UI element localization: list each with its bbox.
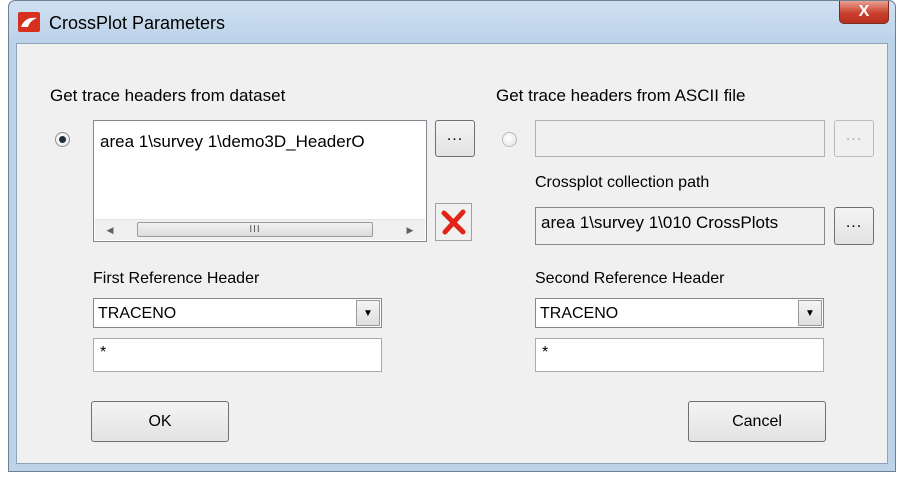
close-button[interactable]: X	[839, 1, 889, 24]
dataset-browse-button[interactable]: ...	[435, 120, 475, 157]
delete-button[interactable]	[435, 203, 472, 241]
ok-button[interactable]: OK	[91, 401, 229, 442]
scroll-grip: III	[249, 224, 261, 235]
second-ref-filter-value: *	[542, 344, 549, 361]
delete-x-icon	[441, 209, 465, 235]
list-item[interactable]: area 1\survey 1\demo3D_HeaderO	[100, 132, 365, 152]
collection-path-value: area 1\survey 1\010 CrossPlots	[541, 213, 779, 232]
chevron-down-icon[interactable]: ▼	[356, 300, 380, 326]
second-ref-header-value: TRACENO	[540, 305, 619, 322]
first-ref-header-label: First Reference Header	[93, 270, 260, 287]
window-title: CrossPlot Parameters	[49, 13, 226, 33]
dataset-section-label: Get trace headers from dataset	[50, 86, 286, 105]
ascii-browse-button[interactable]: ...	[834, 120, 874, 157]
app-logo-icon	[18, 12, 40, 32]
dataset-source-radio[interactable]	[55, 132, 70, 147]
collection-browse-button[interactable]: ...	[834, 207, 874, 245]
scroll-right-icon[interactable]: ▶	[401, 223, 419, 237]
chevron-down-icon[interactable]: ▼	[798, 300, 822, 326]
scroll-left-icon[interactable]: ◀	[101, 223, 119, 237]
first-ref-filter-input[interactable]: *	[93, 338, 382, 372]
ascii-source-radio[interactable]	[502, 132, 517, 147]
first-ref-header-select[interactable]: TRACENO ▼	[93, 298, 382, 328]
horizontal-scrollbar[interactable]: ◀ III ▶	[95, 219, 425, 240]
scroll-thumb[interactable]: III	[137, 222, 373, 237]
dataset-listbox[interactable]: area 1\survey 1\demo3D_HeaderO ◀ III ▶	[93, 120, 427, 242]
first-ref-filter-value: *	[100, 344, 107, 361]
second-ref-header-select[interactable]: TRACENO ▼	[535, 298, 824, 328]
title-bar[interactable]: CrossPlot Parameters X	[9, 1, 895, 43]
first-ref-header-value: TRACENO	[98, 305, 177, 322]
collection-path-input[interactable]: area 1\survey 1\010 CrossPlots	[535, 207, 825, 245]
ascii-path-input[interactable]	[535, 120, 825, 157]
cancel-button[interactable]: Cancel	[688, 401, 826, 442]
second-ref-header-label: Second Reference Header	[535, 270, 725, 287]
second-ref-filter-input[interactable]: *	[535, 338, 824, 372]
ascii-section-label: Get trace headers from ASCII file	[496, 86, 746, 105]
dialog-client-area: Get trace headers from dataset area 1\su…	[16, 43, 888, 464]
dialog-window: CrossPlot Parameters X Get trace headers…	[8, 0, 896, 472]
collection-path-label: Crossplot collection path	[535, 174, 710, 191]
close-icon: X	[858, 3, 870, 20]
